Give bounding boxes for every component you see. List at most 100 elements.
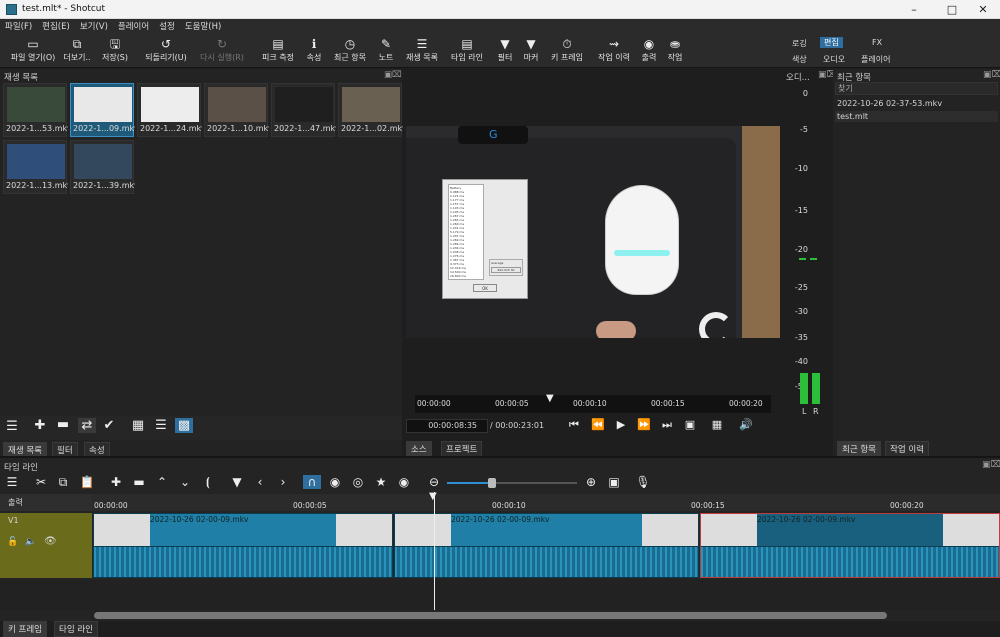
markers-button[interactable]: ▼ 마커 — [520, 36, 542, 63]
zoom-fit-icon[interactable]: ▣ — [605, 475, 623, 489]
playlist-item[interactable]: 2022-1...53.mkv — [3, 83, 68, 137]
tab-timeline[interactable]: 타임 라인 — [54, 621, 98, 637]
position-timecode[interactable]: 00:00:08:35 — [406, 419, 488, 433]
skip-next-icon[interactable]: ⏭ — [658, 418, 676, 432]
minimize-button[interactable]: – — [897, 0, 931, 19]
playlist-item[interactable]: 2022-1...10.mkv — [204, 83, 269, 137]
icon-view-icon[interactable]: ▩ — [175, 418, 193, 433]
menu-help[interactable]: 도움말(H) — [180, 19, 226, 33]
scrub-icon[interactable]: ◉ — [326, 475, 344, 489]
player-playhead-icon[interactable]: ▼ — [546, 393, 554, 404]
previous-marker-icon[interactable]: ‹ — [251, 475, 269, 489]
marker-icon[interactable]: ▼ — [228, 475, 246, 489]
details-view-icon[interactable]: ▦ — [129, 418, 147, 433]
tab-project[interactable]: 프로젝트 — [441, 441, 483, 457]
remove-icon[interactable]: ▬ — [54, 417, 72, 432]
record-audio-icon[interactable]: 🎙 — [634, 475, 652, 489]
properties-button[interactable]: ℹ 속성 — [303, 36, 325, 63]
zoom-in-icon[interactable]: ⊕ — [582, 475, 600, 489]
keyframes-button[interactable]: ⏱ 키 프레임 — [548, 36, 586, 63]
open-file-button[interactable]: ▭ 파일 열기(O) — [4, 36, 62, 63]
overwrite-icon[interactable]: ⌄ — [176, 475, 194, 489]
tab-recent[interactable]: 최근 항목 — [837, 441, 881, 457]
redo-button[interactable]: ↻ 다시 실행(R) — [197, 36, 247, 63]
jobs-button[interactable]: ⛂ 작업 — [664, 36, 686, 63]
rewind-icon[interactable]: ⏪ — [589, 418, 607, 431]
cut-icon[interactable]: ✂ — [32, 475, 50, 489]
close-button[interactable]: ✕ — [966, 0, 1000, 19]
track-header-v1[interactable]: V1 🔓 🔈 👁 — [0, 513, 92, 578]
update-icon[interactable]: ⇄ — [78, 418, 96, 433]
workspace-player[interactable]: 플레이어 — [861, 54, 890, 65]
menu-player[interactable]: 플레이어 — [113, 19, 154, 33]
tab-history[interactable]: 작업 이력 — [885, 441, 929, 457]
zoom-slider-handle[interactable] — [488, 478, 496, 488]
workspace-fx[interactable]: FX — [872, 38, 882, 47]
zoom-fit-icon[interactable]: ▣ — [681, 418, 699, 431]
next-marker-icon[interactable]: › — [274, 475, 292, 489]
maximize-button[interactable]: □ — [935, 0, 969, 19]
save-button[interactable]: 🖫 저장(S) — [96, 36, 134, 63]
workspace-logging[interactable]: 로깅 — [792, 38, 807, 49]
timeline-clip[interactable]: 2022-10-26 02-00-09.mkv — [700, 513, 1000, 578]
timeline-playhead-icon[interactable]: ▼ — [429, 491, 437, 502]
panel-float-close-icon[interactable]: ▣⌧ — [982, 460, 1000, 470]
lock-icon[interactable]: 🔓 — [7, 537, 18, 547]
mute-icon[interactable]: 🔈 — [25, 537, 36, 547]
playlist-item[interactable]: 2022-1...47.mkv — [271, 83, 336, 137]
menu-view[interactable]: 보기(V) — [75, 19, 113, 33]
skip-previous-icon[interactable]: ⏮ — [565, 418, 583, 432]
paste-icon[interactable]: 📋 — [78, 475, 96, 489]
more-button[interactable]: ⧉ 더보기.. — [62, 36, 92, 63]
playlist-item[interactable]: 2022-1...09.mkv — [70, 83, 135, 137]
notes-button[interactable]: ✎ 노트 — [374, 36, 398, 63]
tab-keyframes[interactable]: 키 프레임 — [3, 621, 47, 637]
playlist-item[interactable]: 2022-1...02.mkv — [338, 83, 403, 137]
recent-item[interactable]: test.mlt — [837, 112, 868, 121]
grid-icon[interactable]: ▦ — [708, 418, 726, 431]
fast-forward-icon[interactable]: ⏩ — [635, 418, 653, 431]
workspace-edit[interactable]: 편집 — [820, 37, 843, 48]
append-icon[interactable]: ✚ — [107, 475, 125, 489]
menu-file[interactable]: 파일(F) — [0, 19, 37, 33]
menu-settings[interactable]: 설정 — [154, 19, 180, 33]
playlist-menu-icon[interactable]: ☰ — [3, 419, 21, 434]
zoom-out-icon[interactable]: ⊖ — [425, 475, 443, 489]
add-icon[interactable]: ✚ — [31, 418, 49, 433]
timeline-button[interactable]: ▤ 타임 라인 — [447, 36, 487, 63]
panel-float-close-icon[interactable]: ▣⌧ — [983, 70, 1000, 80]
recent-search-input[interactable]: 찾기 — [835, 82, 998, 95]
workspace-audio[interactable]: 오디오 — [823, 54, 845, 65]
recent-item[interactable]: 2022-10-26 02-37-53.mkv — [837, 99, 942, 108]
playlist-button[interactable]: ☰ 재생 목록 — [403, 36, 441, 63]
panel-float-close-icon[interactable]: ▣⌧ — [384, 70, 402, 80]
undo-button[interactable]: ↺ 되돌리기(U) — [142, 36, 190, 63]
ripple-all-icon[interactable]: ★ — [372, 475, 390, 489]
playlist-item[interactable]: 2022-1...39.mkv — [70, 140, 135, 194]
playlist-item[interactable]: 2022-1...24.mkv — [137, 83, 202, 137]
export-button[interactable]: ◉ 출력 — [638, 36, 660, 63]
split-icon[interactable]: ⦗ — [199, 475, 217, 490]
timeline-playhead[interactable] — [434, 492, 435, 610]
remove-icon[interactable]: ▬ — [130, 475, 148, 489]
ripple-markers-icon[interactable]: ◉ — [395, 475, 413, 489]
timeline-scrollbar[interactable] — [94, 612, 887, 619]
peak-meter-button[interactable]: ▤ 피크 측정 — [258, 36, 298, 63]
workspace-color[interactable]: 색상 — [792, 54, 807, 65]
history-button[interactable]: ⇝ 작업 이력 — [595, 36, 633, 63]
copy-icon[interactable]: ⧉ — [54, 475, 72, 490]
timeline-clip[interactable]: 2022-10-26 02-00-09.mkv — [394, 513, 699, 578]
play-icon[interactable]: ▶ — [612, 418, 630, 431]
volume-icon[interactable]: 🔊 — [737, 418, 755, 431]
lift-icon[interactable]: ⌃ — [153, 475, 171, 489]
hide-icon[interactable]: 👁 — [44, 536, 57, 547]
player-ruler[interactable]: 00:00:00 00:00:05 00:00:10 00:00:15 00:00:20 — [415, 395, 771, 413]
recent-button[interactable]: ◷ 최근 항목 — [330, 36, 370, 63]
list-view-icon[interactable]: ☰ — [152, 418, 170, 433]
playlist-item[interactable]: 2022-1...13.mkv — [3, 140, 68, 194]
menu-edit[interactable]: 편집(E) — [37, 19, 75, 33]
check-icon[interactable]: ✔ — [100, 418, 118, 433]
timeline-ruler[interactable]: 00:00:00 00:00:05 00:00:10 00:00:15 00:00:20 — [92, 494, 1000, 511]
timeline-clip[interactable]: 2022-10-26 02-00-09.mkv — [93, 513, 393, 578]
ripple-icon[interactable]: ◎ — [349, 475, 367, 489]
